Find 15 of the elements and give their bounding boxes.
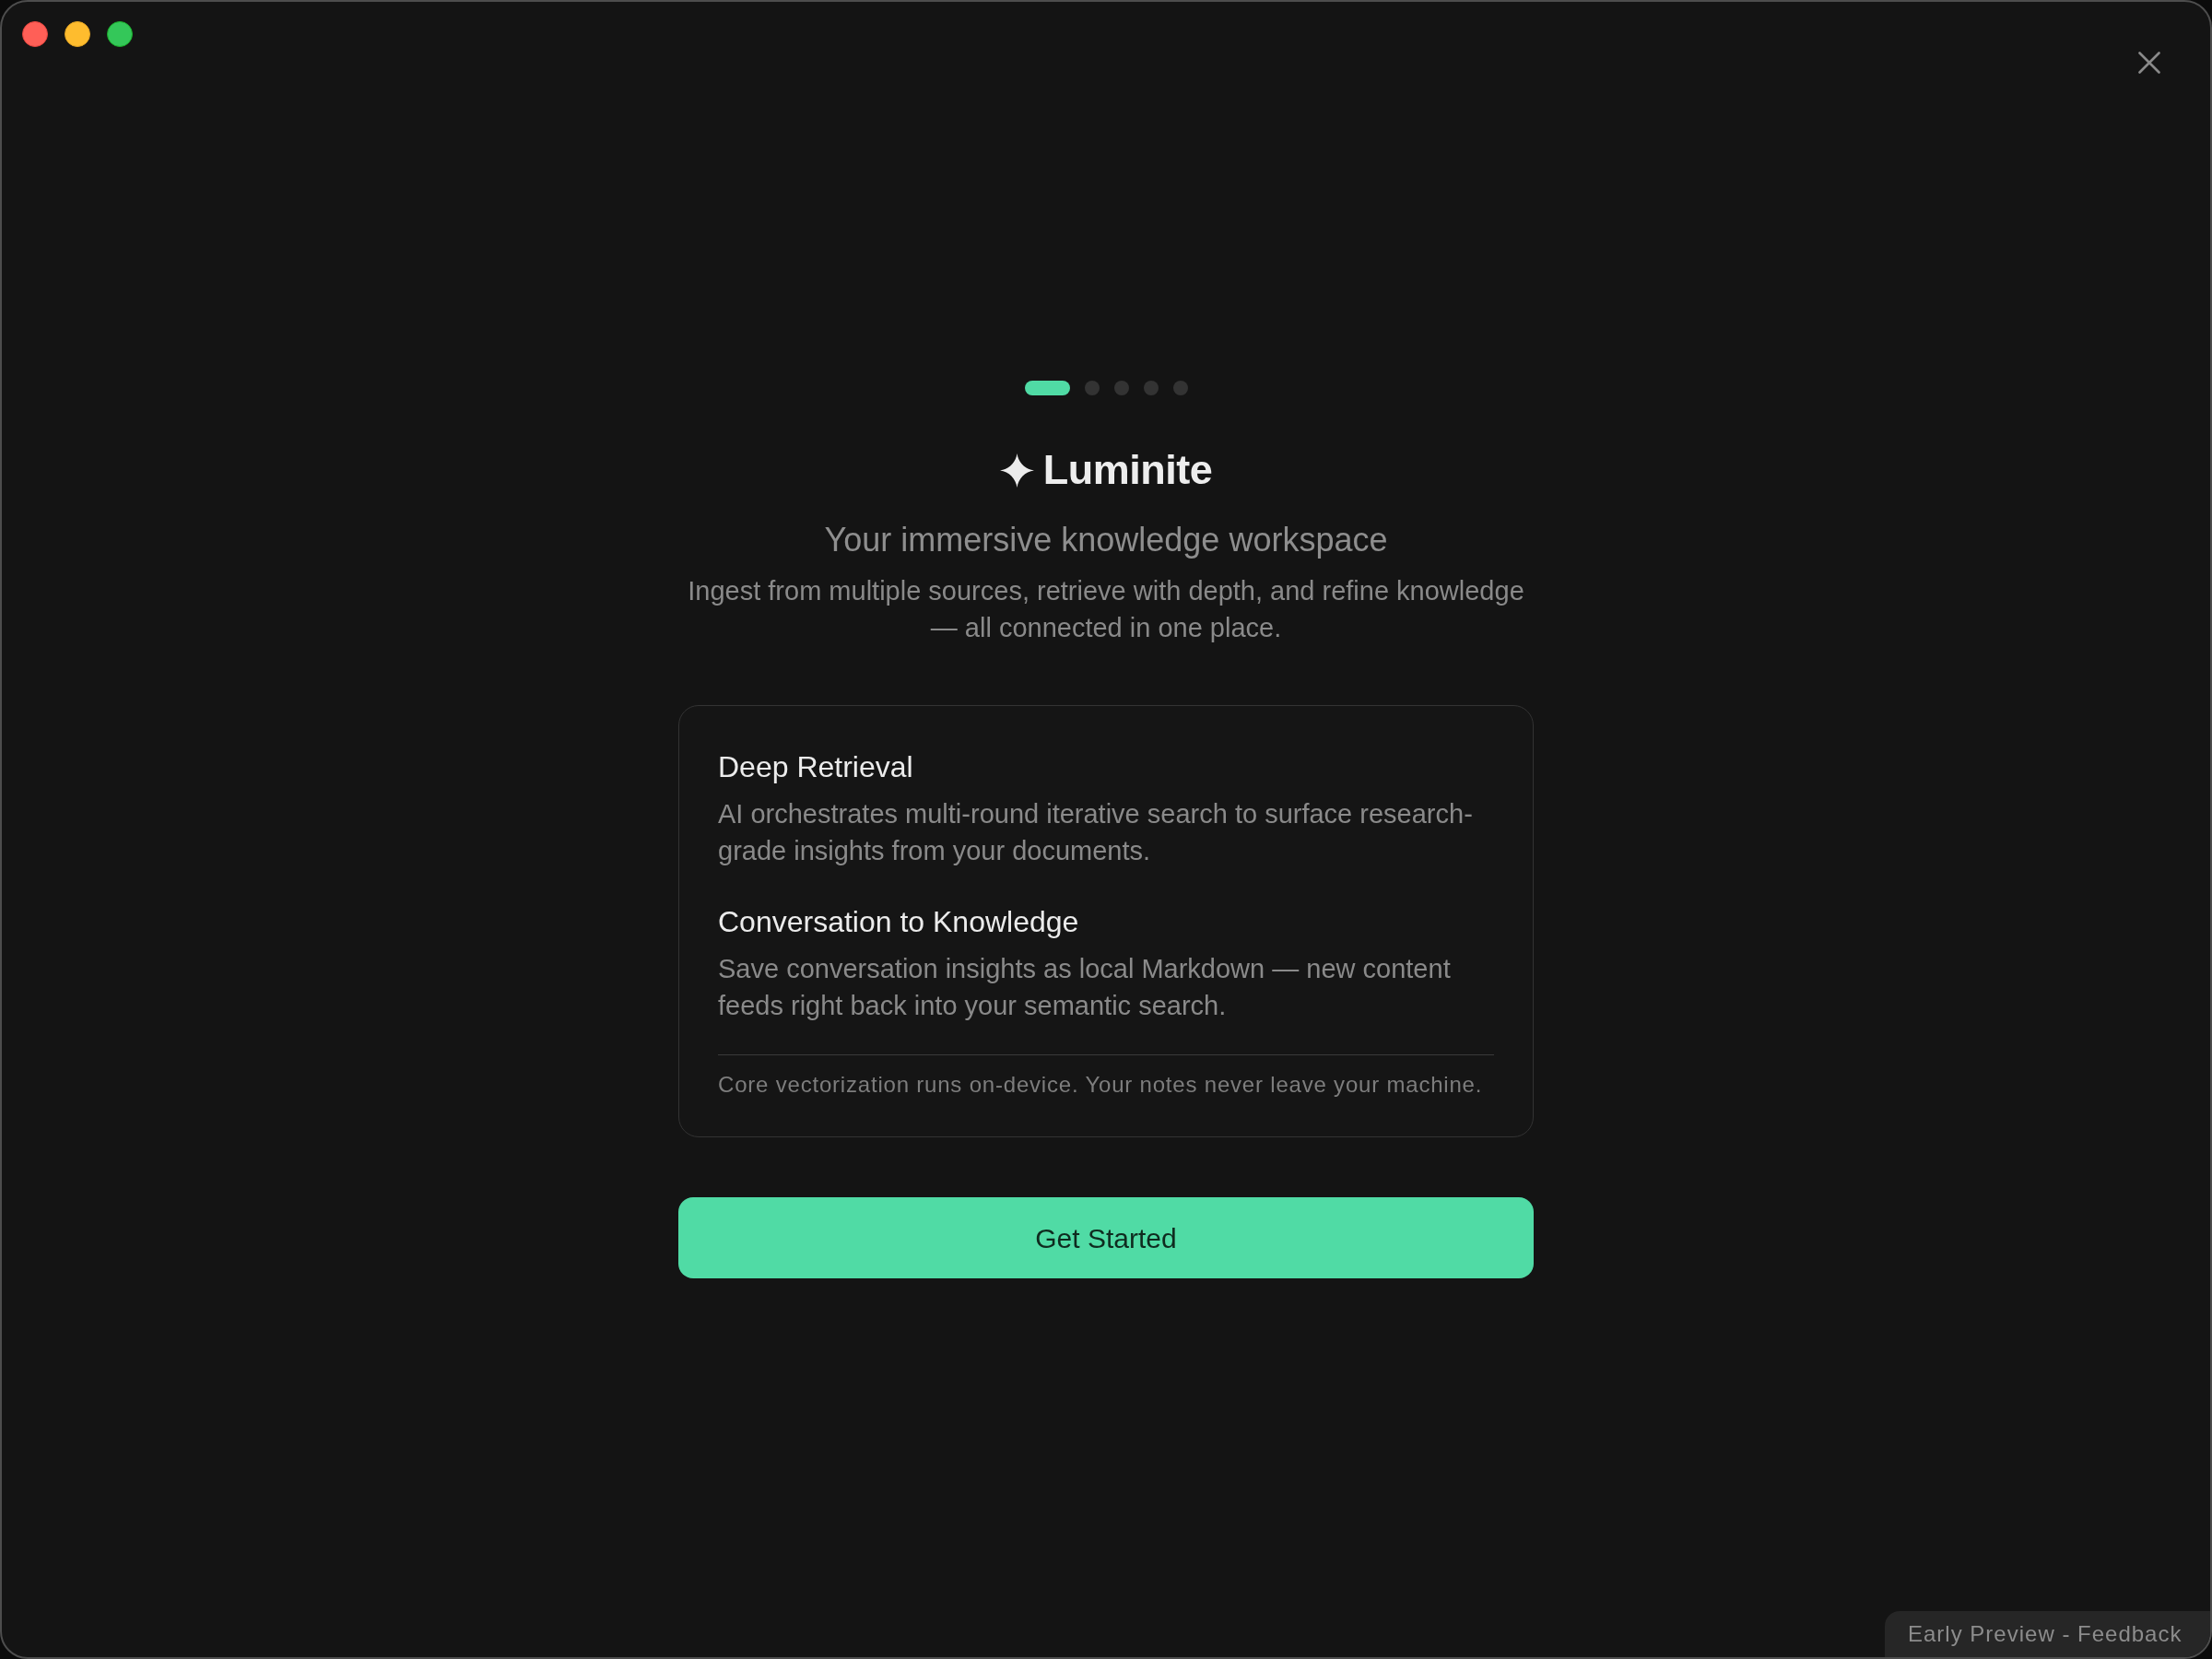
minimize-window-icon[interactable] xyxy=(65,21,90,47)
footnote: Core vectorization runs on-device. Your notes never leave your machine. xyxy=(718,1071,1484,1099)
app-name: Luminite xyxy=(1042,445,1213,495)
feedback-button[interactable]: Early Preview - Feedback xyxy=(1885,1611,2210,1657)
feature-description: AI orchestrates multi-round iterative search to surface research-grade insights from your documents. xyxy=(718,798,1474,867)
tagline: Your immersive knowledge workspace xyxy=(824,520,1388,560)
close-icon xyxy=(2138,52,2160,74)
feature-title: Conversation to Knowledge xyxy=(718,904,1080,940)
feature-description: Save conversation insights as local Markdown — new content feeds right back into your semantic search. xyxy=(718,953,1452,1022)
get-started-button[interactable]: Get Started xyxy=(678,1197,1534,1278)
close-window-icon[interactable] xyxy=(22,21,48,47)
feature-title: Deep Retrieval xyxy=(718,749,914,785)
description: Ingest from multiple sources, retrieve with depth, and refine knowledge — all connected in one place. xyxy=(687,575,1525,644)
maximize-window-icon[interactable] xyxy=(107,21,133,47)
sparkle-icon xyxy=(999,453,1034,488)
